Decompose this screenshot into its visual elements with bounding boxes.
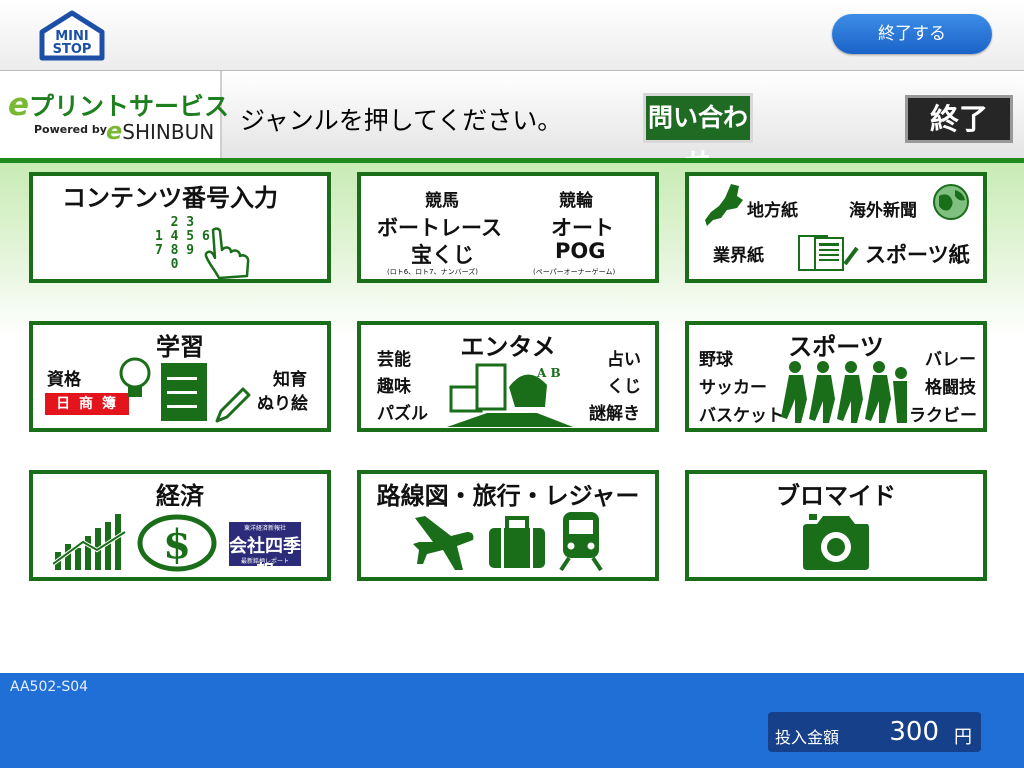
tile-title: コンテンツ番号入力 (62, 184, 278, 212)
payment-display: 投入金額 300 円 (768, 712, 981, 752)
payment-amount: 300 (889, 717, 939, 747)
label-coloring: ぬり絵 (257, 394, 308, 414)
label-rugby: ラクビー (909, 406, 977, 426)
airplane-icon (413, 516, 474, 570)
athletes-icon (781, 361, 907, 423)
shikiho-publisher: 東洋経済新報社 (243, 525, 286, 532)
label-hobby: 趣味 (377, 377, 411, 397)
label-entertainment: 芸能 (377, 350, 411, 370)
tile-title: 経済 (156, 482, 204, 510)
ministop-logo: MINI STOP (36, 10, 108, 62)
eprint-brand: eプリントサービス Powered by eSHINBUN (0, 71, 229, 159)
pencil-icon (215, 387, 251, 423)
label-fortune: 占い (607, 350, 641, 370)
label-boatrace: ボートレース (377, 216, 502, 240)
label-industry-paper: 業界紙 (713, 246, 764, 266)
label-local-paper: 地方紙 (747, 201, 798, 221)
dollar-coin-icon: $ (137, 514, 217, 572)
tile-economy[interactable]: 経済 $ 東洋経済新報社 会社四季報 最新銘柄レポート (29, 470, 331, 581)
finger-pointing-icon (204, 227, 250, 279)
entertainment-collage-icon: A B (447, 363, 573, 427)
label-keirin: 競輪 (559, 191, 593, 211)
partner-name: SHINBUN (122, 120, 215, 144)
label-lottery: くじ (607, 377, 641, 397)
label-volleyball: バレー (925, 350, 976, 370)
label-soccer: サッカー (699, 378, 767, 398)
label-qualification: 資格 (47, 370, 81, 390)
top-bar: MINI STOP 終了する (0, 0, 1024, 71)
label-martial-arts: 格闘技 (925, 378, 976, 398)
inquiry-button[interactable]: 問い合わせ (643, 93, 753, 176)
brand-e-logo: e (8, 87, 30, 123)
tile-sports[interactable]: スポーツ 野球 サッカー バスケット バレー 格闘技 ラクビー (685, 321, 987, 432)
tile-entertainment[interactable]: エンタメ 芸能 趣味 パズル A B 占い くじ 謎解き (357, 321, 659, 432)
tile-newspaper[interactable]: 地方紙 海外新聞 業界紙 スポーツ紙 (685, 172, 987, 283)
newspaper-icon (798, 235, 859, 271)
label-pog: POG (555, 239, 606, 263)
tile-title: 路線図・旅行・レジャー (376, 482, 640, 510)
svg-text:A B: A B (536, 366, 561, 380)
tile-title: 学習 (156, 333, 204, 361)
book-icon (161, 363, 207, 421)
suitcase-icon (489, 516, 545, 568)
train-icon (559, 512, 603, 572)
eshinbun-logo: eSHINBUN (106, 117, 214, 145)
tile-bromide[interactable]: ブロマイド (685, 470, 987, 581)
payment-label: 投入金額 (775, 728, 840, 747)
shikiho-subtitle: 最新銘柄レポート (240, 558, 289, 565)
globe-icon (933, 184, 969, 220)
partner-e-logo: e (106, 117, 123, 145)
label-keiba: 競馬 (425, 191, 459, 211)
end-button[interactable]: 終了 (905, 95, 1013, 143)
service-header: eプリントサービス Powered by eSHINBUN ジャンルを押してくだ… (0, 71, 1024, 176)
svg-text:$: $ (163, 521, 191, 568)
label-basketball: バスケット (699, 406, 784, 426)
genre-grid: コンテンツ番号入力 2 31 4 5 67 8 9 0 競馬 競輪 ボートレース… (0, 163, 1024, 673)
growth-chart-icon (53, 514, 127, 570)
footer-bar: AA502-S04 投入金額 300 円 (0, 673, 1024, 768)
tile-study[interactable]: 学習 資格 日 商 簿 記 知育 ぬり絵 (29, 321, 331, 432)
label-puzzle: パズル (377, 404, 428, 424)
label-baseball: 野球 (699, 350, 733, 370)
label-riddle: 謎解き (589, 404, 640, 424)
tile-travel[interactable]: 路線図・旅行・レジャー (357, 470, 659, 581)
camera-icon (803, 514, 869, 570)
label-sports-paper: スポーツ紙 (865, 243, 970, 267)
japan-map-icon (705, 184, 743, 226)
logo-line2: STOP (53, 42, 92, 57)
tile-title: ブロマイド (776, 482, 896, 510)
note-takarakuji: (ロト6、ロト7、ナンバーズ) (387, 268, 479, 276)
lightbulb-icon (119, 357, 151, 397)
note-pog: (ペーパーオーナーゲーム) (533, 268, 616, 276)
label-foreign-paper: 海外新聞 (849, 201, 917, 221)
payment-unit: 円 (954, 727, 972, 748)
tile-contents-number[interactable]: コンテンツ番号入力 2 31 4 5 67 8 9 0 (29, 172, 331, 283)
powered-by-text: Powered by (34, 123, 107, 136)
tile-gambling[interactable]: 競馬 競輪 ボートレース オート 宝くじ POG (ロト6、ロト7、ナンバーズ)… (357, 172, 659, 283)
instruction-text: ジャンルを押してください。 (240, 106, 563, 135)
shikiho-badge: 東洋経済新報社 会社四季報 最新銘柄レポート (229, 522, 301, 577)
screen-id: AA502-S04 (10, 679, 89, 695)
exit-button[interactable]: 終了する (832, 14, 992, 54)
label-intellectual: 知育 (273, 370, 307, 390)
label-takarakuji: 宝くじ (411, 243, 474, 267)
label-auto: オート (551, 216, 614, 240)
